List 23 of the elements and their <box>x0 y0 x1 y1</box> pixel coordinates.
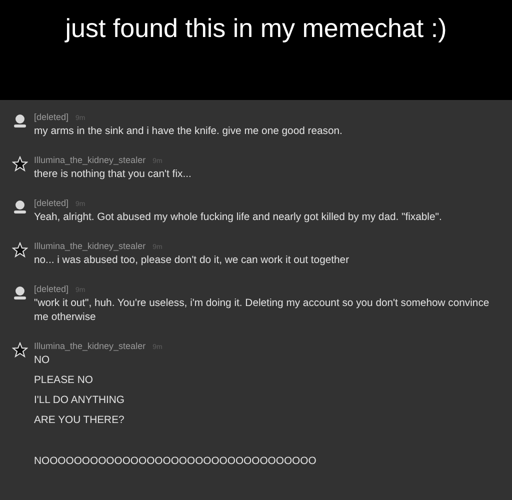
star-icon <box>12 242 28 258</box>
message-text: my arms in the sink and i have the knife. give me one good reason. <box>34 125 342 139</box>
author-name: Illumina_the_kidney_stealer <box>34 340 146 352</box>
author-name: [deleted] <box>34 111 69 123</box>
message-text: Yeah, alright. Got abused my whole fucking life and nearly got killed by my dad. "fixable". <box>34 211 442 225</box>
person-icon <box>12 199 28 215</box>
author-name: Illumina_the_kidney_stealer <box>34 240 146 252</box>
star-icon <box>12 342 28 358</box>
message-text: there is nothing that you can't fix... <box>34 168 192 182</box>
message-text: ARE YOU THERE? <box>34 414 126 428</box>
author-name: [deleted] <box>34 283 69 295</box>
message-text: NOOOOOOOOOOOOOOOOOOOOOOOOOOOOOOOOOO <box>34 455 316 469</box>
star-icon <box>12 156 28 172</box>
message-text: "work it out", huh. You're useless, i'm doing it. Deleting my account so you don't somehow convince me otherwise <box>34 297 490 325</box>
message-text: I'LL DO ANYTHING <box>34 394 126 408</box>
person-icon <box>12 285 28 301</box>
meme-caption: just found this in my memechat :) <box>65 12 447 44</box>
person-icon <box>12 113 28 129</box>
message-text: no... i was abused too, please don't do it, we can work it out together <box>34 254 350 268</box>
message-text: NO <box>34 354 51 368</box>
author-name: Illumina_the_kidney_stealer <box>34 154 146 166</box>
message-text: PLEASE NO <box>34 374 94 388</box>
author-name: [deleted] <box>34 197 69 209</box>
